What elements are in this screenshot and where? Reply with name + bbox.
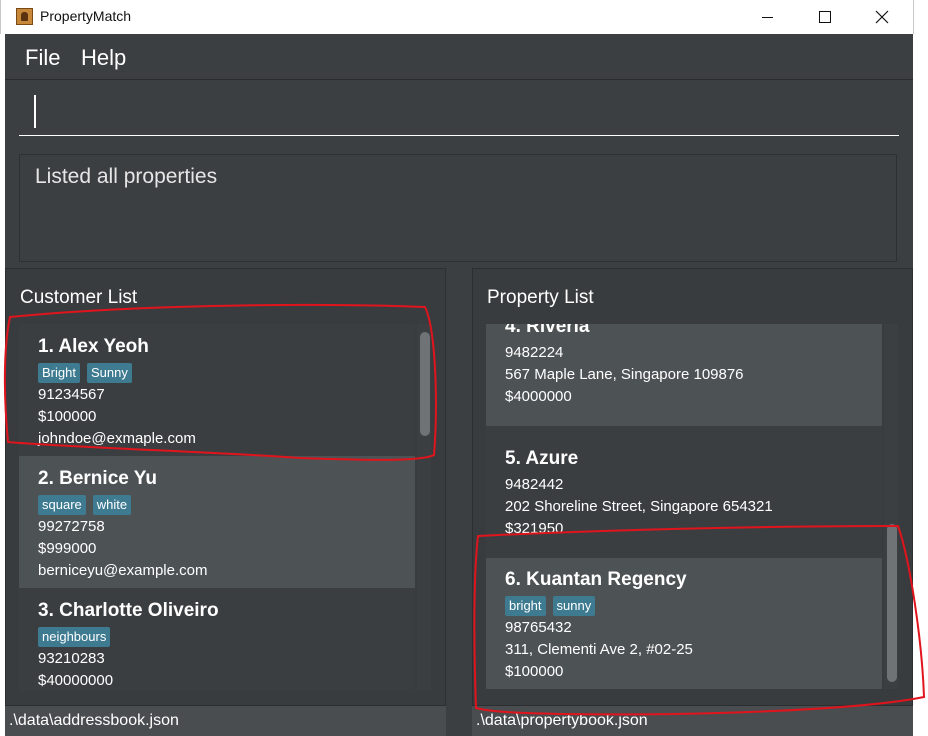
customer-scrollbar[interactable] — [417, 324, 431, 691]
tag: bright — [505, 596, 546, 616]
status-bar-right: .\data\propertybook.json — [472, 706, 913, 736]
customer-list-title: Customer List — [20, 287, 138, 308]
customer-phone: 99272758 — [38, 518, 105, 535]
customer-email: johndoe@exmaple.com — [38, 430, 196, 447]
property-name: 6. Kuantan Regency — [505, 569, 687, 590]
contact-book-icon — [16, 8, 33, 25]
property-panel: Property List 4. Riveria 9482224 567 Map… — [472, 268, 913, 706]
property-address: 311, Clementi Ave 2, #02-25 — [505, 641, 693, 658]
property-list[interactable]: 4. Riveria 9482224 567 Maple Lane, Singa… — [486, 324, 882, 689]
tag: square — [38, 495, 86, 515]
menu-bar: File Help — [5, 34, 913, 80]
property-scrollbar[interactable] — [884, 324, 898, 689]
list-item[interactable]: 4. Riveria 9482224 567 Maple Lane, Singa… — [486, 324, 882, 426]
status-bar-left: .\data\addressbook.json — [5, 706, 446, 736]
property-address: 202 Shoreline Street, Singapore 654321 — [505, 498, 773, 515]
window-title: PropertyMatch — [40, 8, 132, 24]
property-name: 4. Riveria — [505, 324, 590, 337]
maximize-icon — [819, 11, 831, 23]
addressbook-path: .\data\addressbook.json — [9, 712, 179, 729]
title-bar: PropertyMatch — [0, 0, 914, 34]
minimize-icon — [761, 16, 773, 18]
customer-panel: Customer List 1. Alex Yeoh Bright Sunny … — [5, 268, 446, 706]
property-scroll-thumb[interactable] — [887, 524, 897, 682]
command-input[interactable] — [19, 89, 899, 136]
tag: sunny — [552, 596, 596, 616]
tag: white — [92, 495, 132, 515]
customer-email: berniceyu@example.com — [38, 562, 208, 579]
property-phone: 9482224 — [505, 344, 564, 361]
menu-help[interactable]: Help — [81, 45, 126, 71]
propertybook-path: .\data\propertybook.json — [476, 712, 648, 729]
list-item[interactable]: 3. Charlotte Oliveiro neighbours 9321028… — [19, 588, 415, 691]
result-message: Listed all properties — [35, 165, 218, 188]
customer-scroll-thumb[interactable] — [420, 332, 430, 436]
app-window: File Help Listed all properties Customer… — [5, 34, 913, 736]
property-list-title: Property List — [487, 287, 594, 308]
property-address: 567 Maple Lane, Singapore 109876 — [505, 366, 744, 383]
tag: Sunny — [86, 363, 132, 383]
customer-phone: 93210283 — [38, 650, 105, 667]
property-phone: 9482442 — [505, 476, 564, 493]
tag: Bright — [38, 363, 80, 383]
tag: neighbours — [38, 627, 111, 647]
tag-list: bright sunny — [505, 596, 596, 616]
minimize-button[interactable] — [744, 0, 790, 34]
tag-list: neighbours — [38, 627, 111, 647]
list-item[interactable]: 6. Kuantan Regency bright sunny 98765432… — [486, 558, 882, 689]
list-item[interactable]: 2. Bernice Yu square white 99272758 $999… — [19, 456, 415, 588]
property-price: $4000000 — [505, 388, 572, 405]
customer-budget: $999000 — [38, 540, 97, 557]
result-display: Listed all properties — [19, 154, 897, 262]
customer-name: 1. Alex Yeoh — [38, 336, 149, 357]
property-phone: 98765432 — [505, 619, 572, 636]
close-button[interactable] — [859, 0, 905, 34]
customer-name: 3. Charlotte Oliveiro — [38, 600, 219, 621]
maximize-button[interactable] — [802, 0, 848, 34]
list-item[interactable]: 1. Alex Yeoh Bright Sunny 91234567 $1000… — [19, 324, 415, 456]
menu-file[interactable]: File — [25, 45, 60, 71]
customer-name: 2. Bernice Yu — [38, 468, 157, 489]
customer-list[interactable]: 1. Alex Yeoh Bright Sunny 91234567 $1000… — [19, 324, 415, 691]
property-price: $321950 — [505, 520, 564, 537]
customer-budget: $100000 — [38, 408, 97, 425]
property-name: 5. Azure — [505, 448, 579, 469]
close-icon — [875, 10, 889, 24]
list-item[interactable]: 5. Azure 9482442 202 Shoreline Street, S… — [486, 426, 882, 558]
tag-list: Bright Sunny — [38, 363, 132, 383]
tag-list: square white — [38, 495, 132, 515]
customer-budget: $40000000 — [38, 672, 114, 689]
property-price: $100000 — [505, 663, 564, 680]
text-caret — [34, 95, 36, 128]
customer-phone: 91234567 — [38, 386, 105, 403]
